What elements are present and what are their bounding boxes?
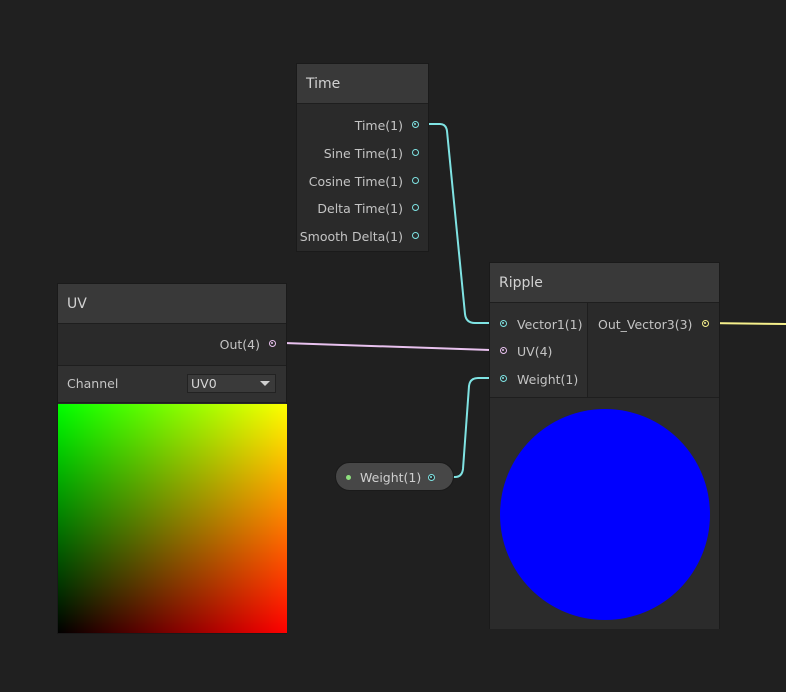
uv-out-port-icon[interactable] (269, 340, 276, 347)
weight-property-node[interactable]: Weight(1) (335, 462, 454, 491)
time-output-delta[interactable]: Delta Time(1) (297, 199, 403, 219)
uv-input-port-icon[interactable] (500, 347, 507, 354)
port-label: UV(4) (517, 344, 553, 359)
port-label: Time(1) (354, 118, 403, 133)
ripple-node[interactable]: Ripple Vector1(1) UV(4) Weight(1) Out_Ve… (489, 262, 720, 629)
time-output-sine[interactable]: Sine Time(1) (297, 144, 403, 164)
channel-dropdown[interactable]: UV0 (187, 374, 276, 393)
channel-label: Channel (67, 376, 119, 391)
ripple-input-weight[interactable]: Weight(1) (517, 370, 578, 390)
ripple-output[interactable]: Out_Vector3(3) (598, 315, 692, 335)
port-label: Out_Vector3(3) (598, 317, 693, 332)
weight-property-label: Weight(1) (360, 470, 422, 485)
sine-time-port-icon[interactable] (412, 149, 419, 156)
cosine-time-port-icon[interactable] (412, 177, 419, 184)
time-output-time[interactable]: Time(1) (297, 116, 403, 136)
time-node-title: Time (297, 64, 428, 104)
ripple-input-uv[interactable]: UV(4) (517, 342, 552, 362)
preview-sphere (500, 409, 710, 620)
port-label: Cosine Time(1) (308, 174, 403, 189)
weight-property-port-icon[interactable] (428, 474, 435, 481)
time-output-port-icon[interactable] (412, 121, 419, 128)
time-output-smooth-delta[interactable]: Smooth Delta(1) (297, 227, 403, 247)
vector1-port-icon[interactable] (500, 320, 507, 327)
port-label: Sine Time(1) (323, 146, 403, 161)
uv-preview (58, 404, 287, 633)
uv-node[interactable]: UV Out(4) Channel UV0 (57, 283, 287, 634)
delta-time-port-icon[interactable] (412, 204, 419, 211)
weight-input-port-icon[interactable] (500, 375, 507, 382)
time-output-cosine[interactable]: Cosine Time(1) (297, 172, 403, 192)
ripple-preview (490, 397, 719, 629)
port-label: Delta Time(1) (317, 201, 403, 216)
wire-uv-to-uv[interactable] (273, 342, 503, 351)
port-label: Out(4) (219, 337, 260, 352)
smooth-delta-port-icon[interactable] (412, 232, 419, 239)
ripple-input-vector1[interactable]: Vector1(1) (517, 315, 583, 335)
port-label: Vector1(1) (517, 317, 583, 332)
uv-node-title: UV (58, 284, 286, 324)
chevron-down-icon (260, 381, 270, 386)
ripple-node-title: Ripple (490, 263, 719, 303)
port-label: Weight(1) (517, 372, 579, 387)
port-label: Smooth Delta(1) (299, 229, 403, 244)
channel-value: UV0 (191, 376, 217, 391)
uv-channel-row: Channel UV0 (58, 365, 286, 403)
time-node[interactable]: Time Time(1) Sine Time(1) Cosine Time(1)… (296, 63, 429, 252)
out-vector3-port-icon[interactable] (702, 320, 709, 327)
property-exposed-dot-icon (346, 475, 351, 480)
uv-output-out[interactable]: Out(4) (58, 335, 260, 355)
